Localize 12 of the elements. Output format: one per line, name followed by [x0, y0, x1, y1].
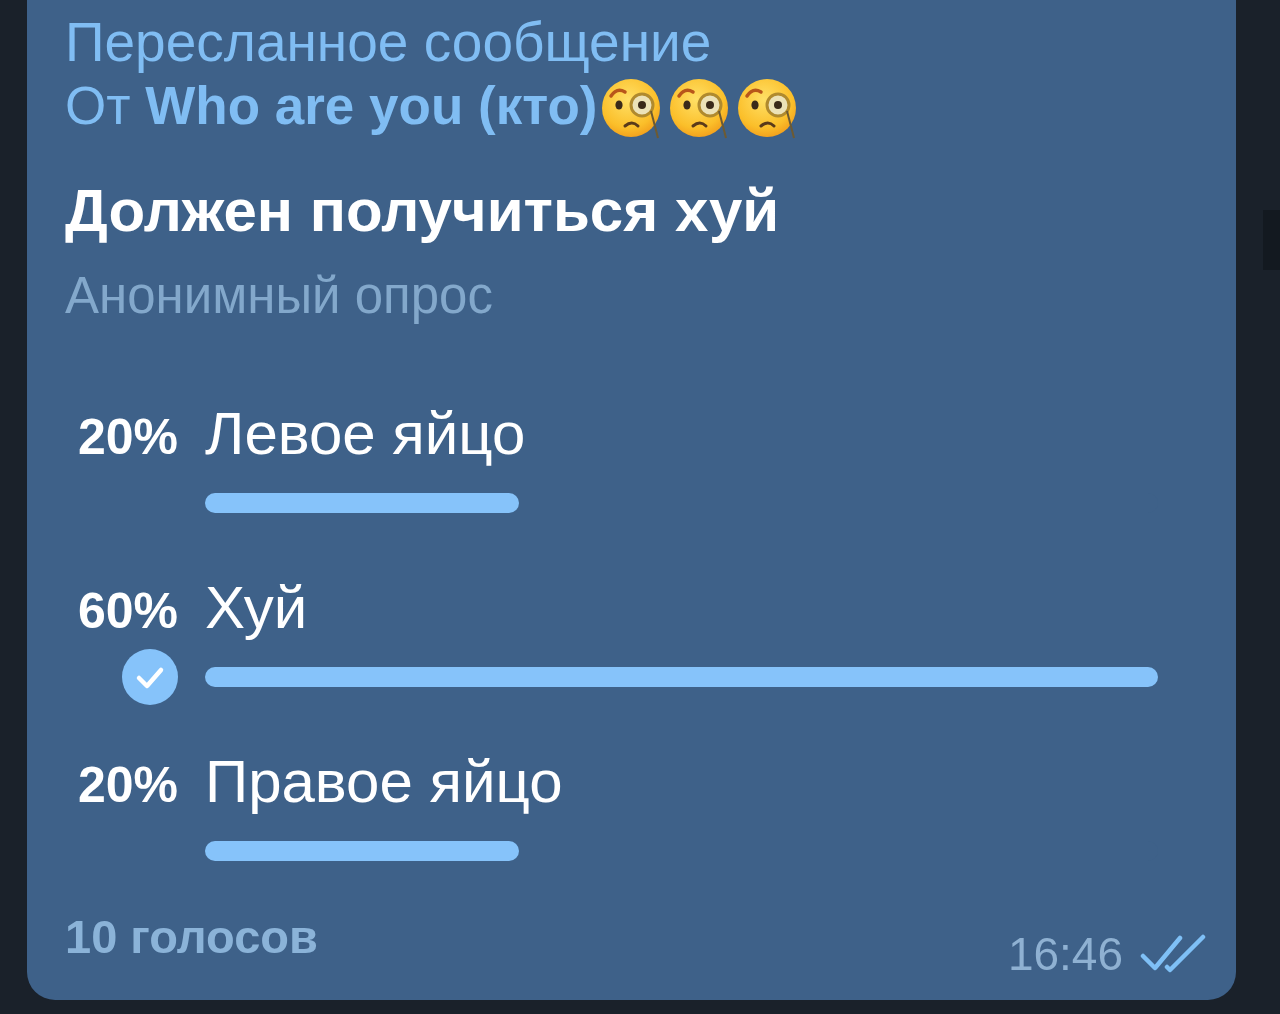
vote-percent: 20% — [77, 408, 178, 467]
vote-percent: 20% — [77, 756, 178, 815]
option-label: Правое яйцо — [205, 752, 563, 812]
option-label: Хуй — [205, 578, 308, 638]
forward-label: Пересланное сообщение — [65, 11, 712, 74]
vote-count: 10 голосов — [65, 912, 318, 962]
vote-percent: 60% — [77, 582, 178, 641]
forward-sender[interactable]: От Who are you (кто) — [65, 74, 598, 137]
poll-type-label: Анонимный опрос — [65, 268, 493, 324]
message-time: 16:46 — [1007, 929, 1123, 979]
poll-question: Должен получиться хуй — [65, 179, 780, 243]
option-label: Левое яйцо — [205, 404, 526, 464]
